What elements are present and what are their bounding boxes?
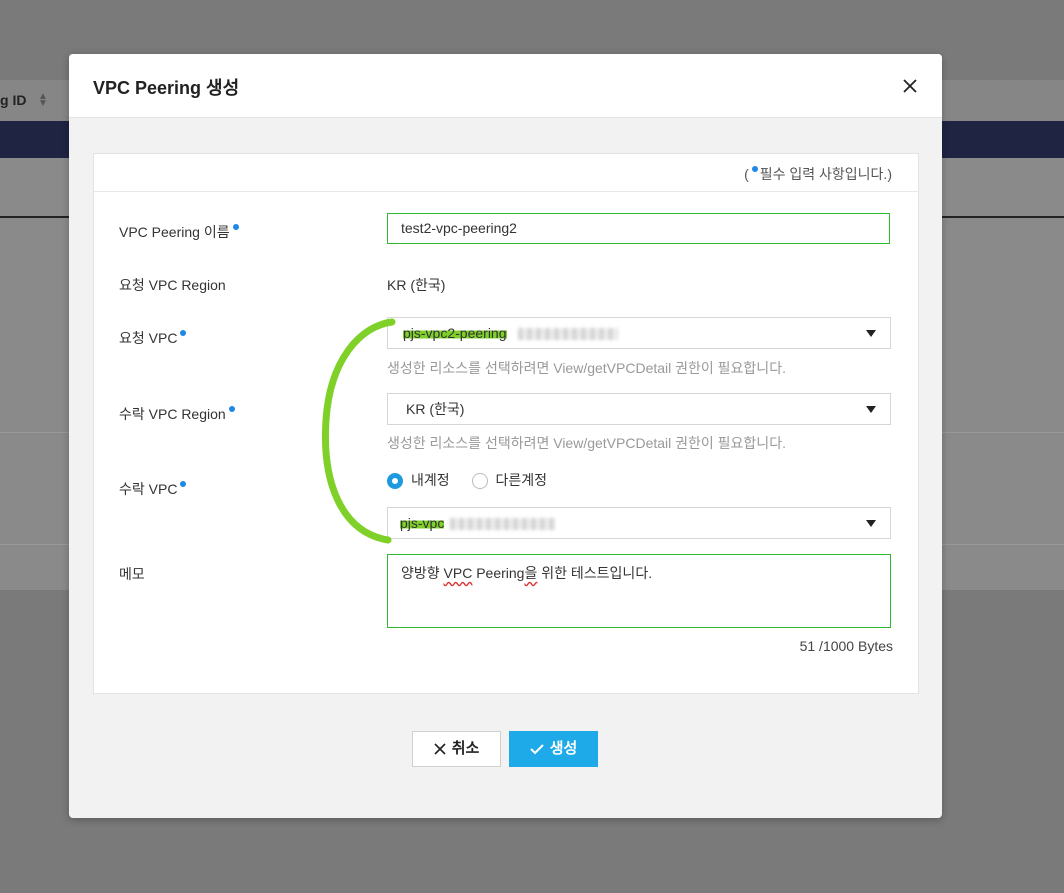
- form-panel: (필수 입력 사항입니다.) VPC Peering 이름 test2-vpc-…: [93, 153, 919, 694]
- dialog-header: VPC Peering 생성: [69, 54, 942, 118]
- divider: [94, 191, 918, 192]
- chevron-down-icon: [866, 520, 876, 527]
- required-dot-icon: [751, 166, 758, 172]
- memo-label: 메모: [119, 566, 145, 582]
- radio-unchecked-icon: [471, 473, 488, 490]
- request-region-value: KR (한국): [387, 277, 446, 293]
- accept-region-value: KR (한국): [406, 401, 465, 417]
- required-dot-icon: [180, 481, 187, 487]
- cancel-button[interactable]: 취소: [412, 731, 501, 767]
- create-button[interactable]: 생성: [509, 731, 598, 767]
- request-vpc-select[interactable]: pjs-vpc2-peering: [387, 317, 891, 349]
- redacted-text: [450, 518, 556, 531]
- required-dot-icon: [180, 330, 187, 336]
- close-button[interactable]: [898, 74, 922, 98]
- chevron-down-icon: [866, 330, 876, 337]
- accept-vpc-value: pjs-vpc: [400, 515, 445, 531]
- close-icon: [903, 79, 917, 93]
- accept-region-select[interactable]: KR (한국): [387, 393, 891, 425]
- radio-my-account[interactable]: 내계정: [387, 470, 450, 490]
- peering-name-input[interactable]: test2-vpc-peering2: [387, 213, 890, 244]
- chevron-down-icon: [866, 406, 876, 413]
- vpc-peering-create-dialog: VPC Peering 생성 (필수 입력 사항입니다.) VPC Peerin…: [69, 54, 942, 818]
- required-note: (필수 입력 사항입니다.): [744, 166, 892, 182]
- accept-vpc-select[interactable]: pjs-vpc: [387, 507, 891, 539]
- redacted-text: [518, 328, 619, 341]
- accept-region-helper: 생성한 리소스를 선택하려면 View/getVPCDetail 권한이 필요합…: [387, 435, 786, 451]
- name-label: VPC Peering 이름: [119, 222, 241, 242]
- close-icon: [434, 743, 446, 755]
- required-dot-icon: [232, 224, 239, 230]
- radio-other-account[interactable]: 다른계정: [471, 470, 547, 490]
- sort-icon: ▲ ▼: [38, 91, 48, 109]
- background-column-label: g ID: [0, 92, 27, 108]
- account-radio-group: 내계정 다른계정: [387, 470, 565, 490]
- request-vpc-label: 요청 VPC: [119, 328, 188, 348]
- accept-region-label: 수락 VPC Region: [119, 404, 237, 424]
- request-vpc-value: pjs-vpc2-peering: [403, 325, 507, 341]
- required-dot-icon: [228, 406, 235, 412]
- request-region-label: 요청 VPC Region: [119, 277, 226, 293]
- memo-textarea[interactable]: 양방향 VPC Peering을 위한 테스트입니다.: [387, 554, 891, 628]
- memo-byte-count: 51 /1000 Bytes: [799, 638, 893, 654]
- check-icon: [529, 744, 544, 755]
- dialog-title: VPC Peering 생성: [93, 78, 240, 98]
- accept-vpc-label: 수락 VPC: [119, 479, 188, 499]
- request-vpc-helper: 생성한 리소스를 선택하려면 View/getVPCDetail 권한이 필요합…: [387, 360, 786, 376]
- radio-checked-icon: [387, 473, 403, 490]
